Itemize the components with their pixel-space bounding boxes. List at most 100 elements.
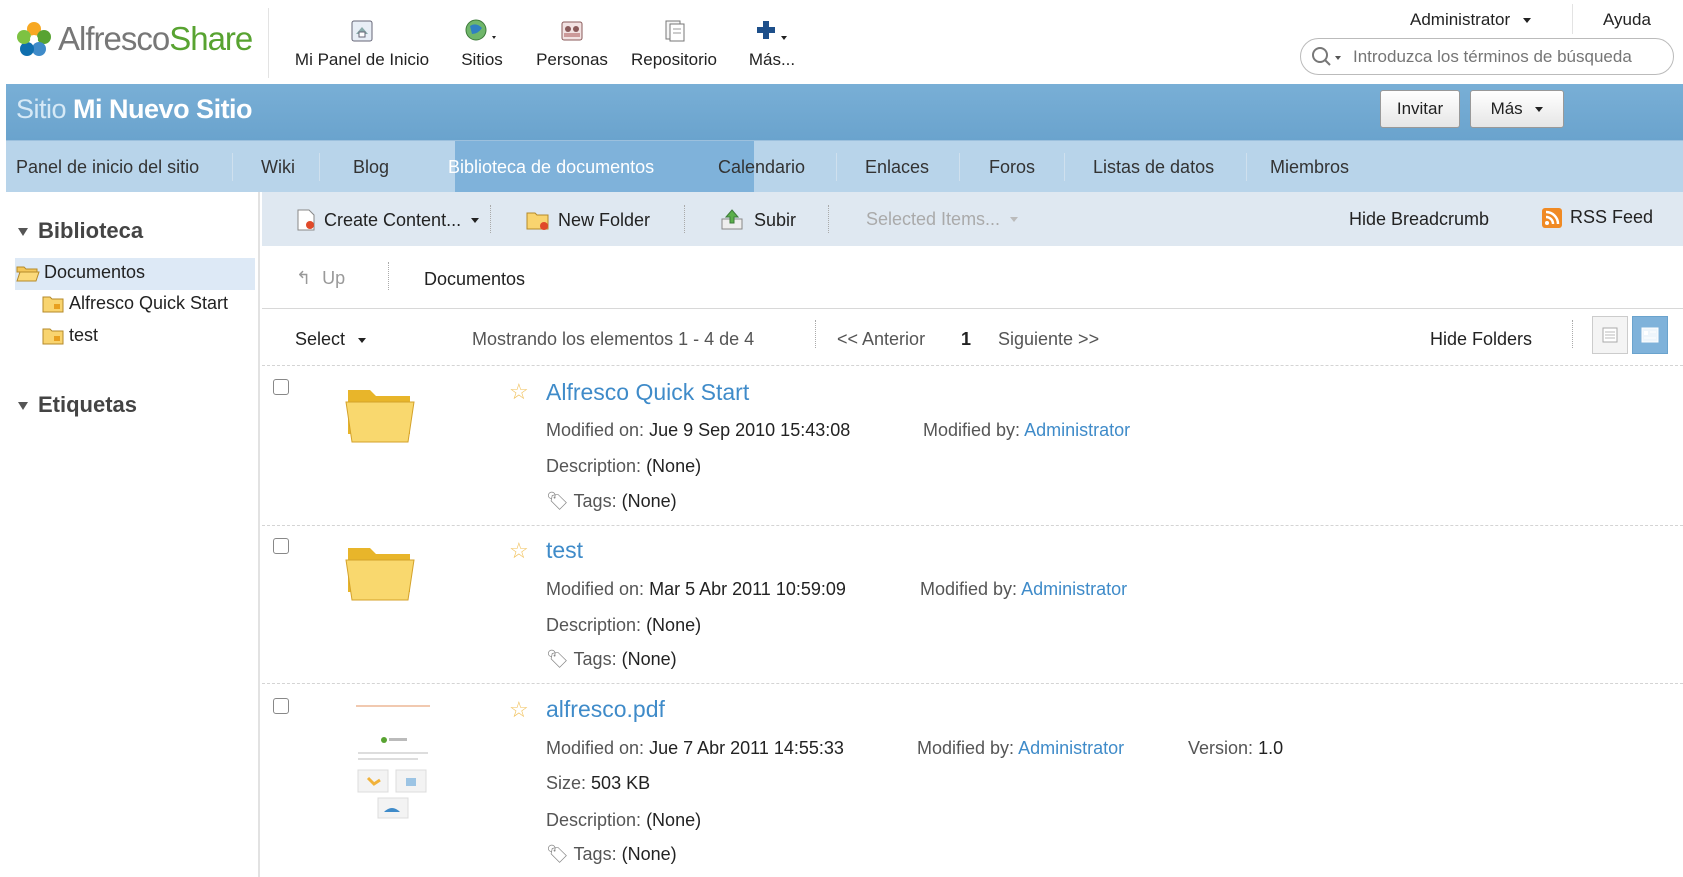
pdf-preview-icon (356, 705, 430, 819)
tab-document-library[interactable]: Biblioteca de documentos (448, 157, 654, 178)
toolbar-divider (828, 205, 829, 233)
breadcrumb-current[interactable]: Documentos (424, 269, 525, 290)
nav-people-label: Personas (536, 50, 608, 69)
nav-dashboard[interactable]: Mi Panel de Inicio (292, 18, 432, 70)
row-checkbox[interactable] (273, 698, 289, 714)
create-content-button[interactable]: Create Content... (296, 209, 480, 231)
tree-item-label: Documentos (44, 262, 146, 282)
simple-view-button[interactable] (1592, 316, 1628, 354)
tab-forums[interactable]: Foros (989, 157, 1035, 178)
tree-item-test[interactable]: test (42, 325, 98, 346)
selected-items-label: Selected Items... (866, 209, 1001, 229)
modified-by-link[interactable]: Administrator (1018, 738, 1124, 758)
up-arrow-icon: ↰ (296, 268, 312, 288)
view-divider (1572, 320, 1573, 348)
tab-data-lists[interactable]: Listas de datos (1093, 157, 1214, 178)
modified-on: Modified on: Jue 7 Abr 2011 14:55:33 (546, 738, 844, 758)
row-checkbox[interactable] (273, 379, 289, 395)
description: Description: (None) (546, 810, 702, 830)
create-content-label: Create Content... (324, 209, 462, 230)
tab-divider (1246, 153, 1247, 181)
rss-feed-label: RSS Feed (1570, 207, 1654, 227)
tab-wiki[interactable]: Wiki (261, 157, 295, 178)
divider (262, 683, 1683, 684)
hide-folders-button[interactable]: Hide Folders (1430, 329, 1532, 350)
tree-item-label: Alfresco Quick Start (69, 293, 229, 313)
modified-by-link[interactable]: Administrator (1021, 579, 1127, 599)
chevron-down-icon (1522, 18, 1531, 24)
item-name-link[interactable]: alfresco.pdf (546, 696, 665, 723)
tags: 🏷 Tags: (None) (546, 844, 677, 864)
selected-items-menu[interactable]: Selected Items... (866, 209, 1019, 230)
chevron-down-icon (1010, 217, 1019, 222)
tree-item-documentos[interactable]: Documentos (16, 262, 145, 283)
modified-by-link[interactable]: Administrator (1024, 420, 1130, 440)
select-label: Select (295, 329, 346, 349)
select-menu[interactable]: Select (295, 329, 367, 350)
more-button[interactable]: Más (1470, 90, 1564, 128)
tags-title-text: Etiquetas (38, 392, 138, 417)
chevron-down-icon (471, 217, 480, 223)
upload-button[interactable]: Subir (720, 209, 796, 231)
alfresco-share-logo[interactable]: AlfrescoShare (16, 20, 253, 58)
hide-breadcrumb-button[interactable]: Hide Breadcrumb (1349, 209, 1489, 230)
nav-sites-label: Sitios (461, 50, 503, 69)
user-name: Administrator (1410, 10, 1511, 29)
divider (262, 308, 1683, 309)
site-title-bar: Sitio Mi Nuevo Sitio Invitar Más (6, 84, 1683, 140)
column-splitter[interactable] (258, 192, 260, 877)
item-name-link[interactable]: test (546, 537, 583, 564)
nav-people[interactable]: Personas (532, 18, 612, 70)
search-box[interactable] (1300, 38, 1674, 75)
new-folder-icon (526, 212, 549, 230)
simple-view-icon (1602, 327, 1618, 343)
favorite-star-icon[interactable]: ☆ (509, 699, 529, 721)
upload-icon (721, 209, 743, 230)
nav-sites[interactable]: Sitios (456, 18, 508, 70)
pdf-thumbnail[interactable] (350, 700, 436, 820)
library-title-text: Biblioteca (38, 218, 144, 243)
header-divider (268, 8, 269, 78)
tag-icon: 🏷 (546, 491, 569, 511)
rss-feed-button[interactable]: RSS Feed (1542, 207, 1653, 228)
plus-icon (757, 21, 787, 40)
tab-divider (959, 153, 960, 181)
modified-by: Modified by: Administrator (920, 579, 1128, 599)
library-section-title[interactable]: Biblioteca (18, 218, 143, 244)
people-icon (561, 21, 583, 41)
row-checkbox[interactable] (273, 538, 289, 554)
nav-repository[interactable]: Repositorio (628, 18, 720, 70)
tags-section-title[interactable]: Etiquetas (18, 392, 137, 418)
site-navigation: Panel de inicio del sitio Wiki Blog Bibl… (6, 140, 1683, 193)
nav-more-label: Más... (748, 50, 796, 69)
tree-item-alfresco-quick-start[interactable]: Alfresco Quick Start (42, 293, 228, 314)
divider (262, 365, 1683, 366)
help-link[interactable]: Ayuda (1603, 10, 1651, 30)
open-folder-icon (16, 266, 40, 281)
tab-blog[interactable]: Blog (353, 157, 389, 178)
site-title: Sitio Mi Nuevo Sitio (16, 94, 253, 125)
detailed-view-button[interactable] (1632, 316, 1668, 354)
next-page-link[interactable]: Siguiente >> (998, 329, 1099, 350)
header-divider (1572, 4, 1573, 34)
nav-dashboard-label: Mi Panel de Inicio (294, 50, 430, 69)
search-input[interactable] (1351, 45, 1651, 68)
new-folder-button[interactable]: New Folder (526, 209, 650, 231)
user-menu[interactable]: Administrator (1410, 10, 1531, 30)
tab-links[interactable]: Enlaces (865, 157, 929, 178)
site-prefix: Sitio (16, 94, 67, 124)
favorite-star-icon[interactable]: ☆ (509, 540, 529, 562)
current-page[interactable]: 1 (961, 329, 971, 350)
nav-more[interactable]: Más... (744, 18, 800, 70)
favorite-star-icon[interactable]: ☆ (509, 381, 529, 403)
tab-site-dashboard[interactable]: Panel de inicio del sitio (16, 157, 199, 178)
tags: 🏷 Tags: (None) (546, 491, 677, 511)
chevron-down-icon (1535, 107, 1544, 113)
up-button[interactable]: ↰ Up (296, 268, 345, 289)
paging-divider (815, 320, 816, 348)
tab-members[interactable]: Miembros (1270, 157, 1349, 178)
tab-calendar[interactable]: Calendario (718, 157, 805, 178)
invite-button[interactable]: Invitar (1380, 90, 1460, 128)
item-name-link[interactable]: Alfresco Quick Start (546, 379, 749, 406)
previous-page-link[interactable]: << Anterior (837, 329, 925, 350)
